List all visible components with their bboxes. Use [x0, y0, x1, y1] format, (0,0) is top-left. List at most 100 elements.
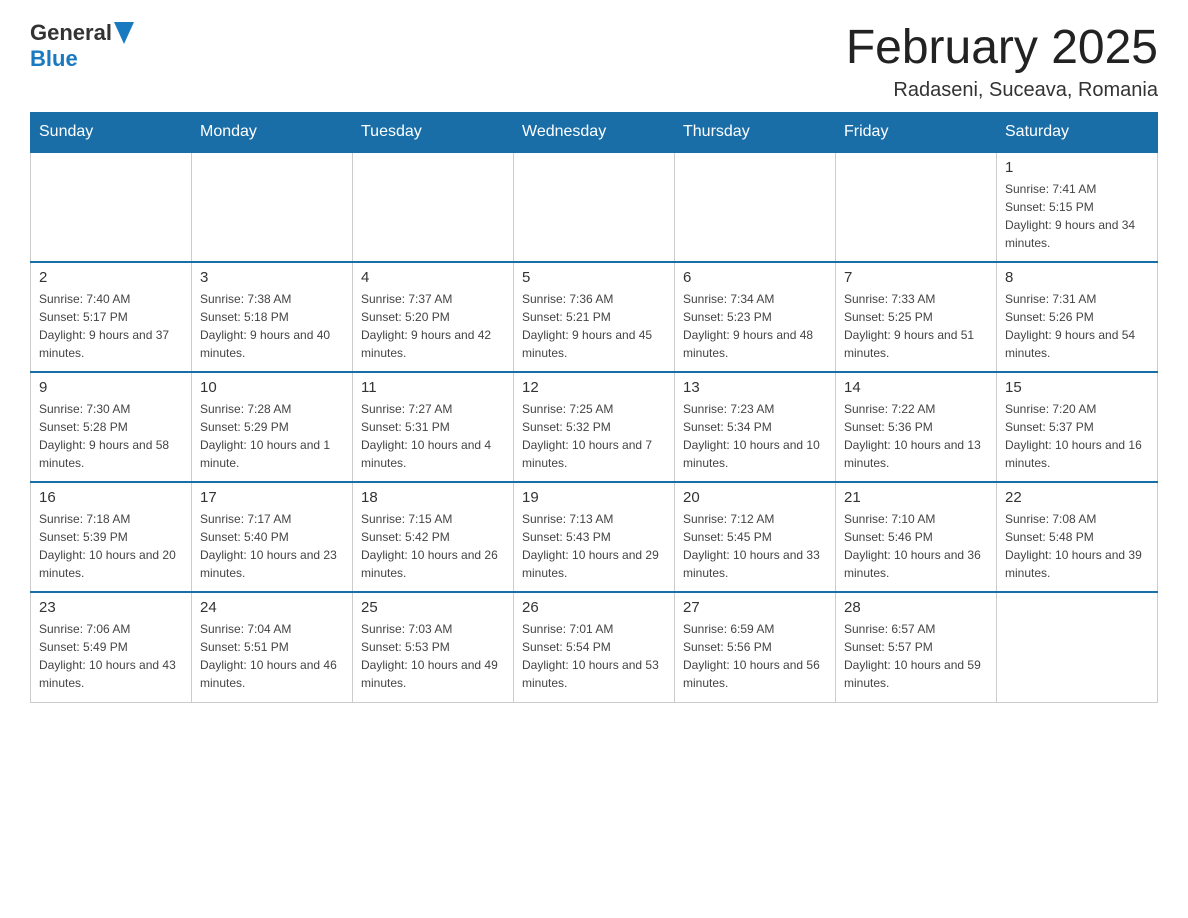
calendar-cell: 28 Sunrise: 6:57 AM Sunset: 5:57 PM Dayli… [836, 592, 997, 702]
calendar-cell: 3 Sunrise: 7:38 AM Sunset: 5:18 PM Daylig… [192, 262, 353, 372]
day-info: Sunrise: 7:41 AM Sunset: 5:15 PM Dayligh… [1005, 180, 1149, 252]
week-row-5: 23 Sunrise: 7:06 AM Sunset: 5:49 PM Dayli… [31, 592, 1158, 702]
calendar-cell: 2 Sunrise: 7:40 AM Sunset: 5:17 PM Daylig… [31, 262, 192, 372]
day-number: 23 [39, 599, 183, 616]
day-number: 6 [683, 269, 827, 286]
calendar-cell: 20 Sunrise: 7:12 AM Sunset: 5:45 PM Dayli… [675, 482, 836, 592]
calendar-cell [31, 152, 192, 262]
day-number: 2 [39, 269, 183, 286]
calendar-cell: 27Sunrise: 6:59 AM Sunset: 5:56 PM Dayli… [675, 592, 836, 702]
day-number: 13 [683, 379, 827, 396]
day-info: Sunrise: 7:15 AM Sunset: 5:42 PM Dayligh… [361, 510, 505, 582]
logo-general-text: General [30, 20, 112, 46]
day-info: Sunrise: 6:59 AM Sunset: 5:56 PM Dayligh… [683, 620, 827, 692]
day-number: 14 [844, 379, 988, 396]
calendar-cell: 18 Sunrise: 7:15 AM Sunset: 5:42 PM Dayli… [353, 482, 514, 592]
day-info: Sunrise: 6:57 AM Sunset: 5:57 PM Dayligh… [844, 620, 988, 692]
calendar-cell [997, 592, 1158, 702]
day-number: 3 [200, 269, 344, 286]
day-info: Sunrise: 7:40 AM Sunset: 5:17 PM Dayligh… [39, 290, 183, 362]
week-row-3: 9 Sunrise: 7:30 AM Sunset: 5:28 PM Daylig… [31, 372, 1158, 482]
day-number: 26 [522, 599, 666, 616]
day-info: Sunrise: 7:10 AM Sunset: 5:46 PM Dayligh… [844, 510, 988, 582]
day-number: 20 [683, 489, 827, 506]
day-number: 7 [844, 269, 988, 286]
day-info: Sunrise: 7:34 AM Sunset: 5:23 PM Dayligh… [683, 290, 827, 362]
weekday-header-thursday: Thursday [675, 113, 836, 153]
calendar-cell: 4 Sunrise: 7:37 AM Sunset: 5:20 PM Daylig… [353, 262, 514, 372]
logo-blue-text: Blue [30, 46, 78, 71]
day-number: 21 [844, 489, 988, 506]
weekday-header-monday: Monday [192, 113, 353, 153]
weekday-header-tuesday: Tuesday [353, 113, 514, 153]
calendar-cell: 8 Sunrise: 7:31 AM Sunset: 5:26 PM Daylig… [997, 262, 1158, 372]
calendar-cell: 6 Sunrise: 7:34 AM Sunset: 5:23 PM Daylig… [675, 262, 836, 372]
calendar-cell: 1 Sunrise: 7:41 AM Sunset: 5:15 PM Daylig… [997, 152, 1158, 262]
day-number: 10 [200, 379, 344, 396]
day-number: 11 [361, 379, 505, 396]
day-number: 19 [522, 489, 666, 506]
day-info: Sunrise: 7:01 AM Sunset: 5:54 PM Dayligh… [522, 620, 666, 692]
calendar-cell: 13 Sunrise: 7:23 AM Sunset: 5:34 PM Dayli… [675, 372, 836, 482]
location-subtitle: Radaseni, Suceava, Romania [846, 79, 1158, 102]
calendar-cell: 15 Sunrise: 7:20 AM Sunset: 5:37 PM Dayli… [997, 372, 1158, 482]
day-info: Sunrise: 7:37 AM Sunset: 5:20 PM Dayligh… [361, 290, 505, 362]
calendar-cell: 11 Sunrise: 7:27 AM Sunset: 5:31 PM Dayli… [353, 372, 514, 482]
calendar-cell: 12Sunrise: 7:25 AM Sunset: 5:32 PM Dayli… [514, 372, 675, 482]
day-number: 5 [522, 269, 666, 286]
calendar-cell [514, 152, 675, 262]
week-row-2: 2 Sunrise: 7:40 AM Sunset: 5:17 PM Daylig… [31, 262, 1158, 372]
day-number: 8 [1005, 269, 1149, 286]
day-number: 1 [1005, 159, 1149, 176]
calendar-cell: 9 Sunrise: 7:30 AM Sunset: 5:28 PM Daylig… [31, 372, 192, 482]
day-info: Sunrise: 7:20 AM Sunset: 5:37 PM Dayligh… [1005, 400, 1149, 472]
day-info: Sunrise: 7:28 AM Sunset: 5:29 PM Dayligh… [200, 400, 344, 472]
day-number: 16 [39, 489, 183, 506]
logo-triangle-icon [114, 22, 134, 44]
calendar-cell [353, 152, 514, 262]
calendar-cell: 26 Sunrise: 7:01 AM Sunset: 5:54 PM Dayli… [514, 592, 675, 702]
calendar-cell [836, 152, 997, 262]
day-info: Sunrise: 7:30 AM Sunset: 5:28 PM Dayligh… [39, 400, 183, 472]
day-info: Sunrise: 7:23 AM Sunset: 5:34 PM Dayligh… [683, 400, 827, 472]
weekday-header-wednesday: Wednesday [514, 113, 675, 153]
calendar-cell: 16 Sunrise: 7:18 AM Sunset: 5:39 PM Dayli… [31, 482, 192, 592]
day-number: 17 [200, 489, 344, 506]
weekday-header-friday: Friday [836, 113, 997, 153]
weekday-header-saturday: Saturday [997, 113, 1158, 153]
day-info: Sunrise: 7:12 AM Sunset: 5:45 PM Dayligh… [683, 510, 827, 582]
week-row-4: 16 Sunrise: 7:18 AM Sunset: 5:39 PM Dayli… [31, 482, 1158, 592]
calendar-cell [675, 152, 836, 262]
calendar-cell: 10 Sunrise: 7:28 AM Sunset: 5:29 PM Dayli… [192, 372, 353, 482]
day-number: 22 [1005, 489, 1149, 506]
day-info: Sunrise: 7:33 AM Sunset: 5:25 PM Dayligh… [844, 290, 988, 362]
day-info: Sunrise: 7:06 AM Sunset: 5:49 PM Dayligh… [39, 620, 183, 692]
calendar-cell: 19Sunrise: 7:13 AM Sunset: 5:43 PM Dayli… [514, 482, 675, 592]
day-number: 18 [361, 489, 505, 506]
day-number: 24 [200, 599, 344, 616]
calendar-cell: 25 Sunrise: 7:03 AM Sunset: 5:53 PM Dayli… [353, 592, 514, 702]
day-info: Sunrise: 7:08 AM Sunset: 5:48 PM Dayligh… [1005, 510, 1149, 582]
calendar-cell [192, 152, 353, 262]
month-year-title: February 2025 [846, 20, 1158, 75]
day-info: Sunrise: 7:18 AM Sunset: 5:39 PM Dayligh… [39, 510, 183, 582]
calendar-cell: 5 Sunrise: 7:36 AM Sunset: 5:21 PM Daylig… [514, 262, 675, 372]
day-number: 28 [844, 599, 988, 616]
weekday-header-row: SundayMondayTuesdayWednesdayThursdayFrid… [31, 113, 1158, 153]
title-section: February 2025 Radaseni, Suceava, Romania [846, 20, 1158, 102]
page-header: General Blue February 2025 Radaseni, Suc… [30, 20, 1158, 102]
day-info: Sunrise: 7:38 AM Sunset: 5:18 PM Dayligh… [200, 290, 344, 362]
day-info: Sunrise: 7:04 AM Sunset: 5:51 PM Dayligh… [200, 620, 344, 692]
calendar-cell: 21 Sunrise: 7:10 AM Sunset: 5:46 PM Dayli… [836, 482, 997, 592]
day-info: Sunrise: 7:31 AM Sunset: 5:26 PM Dayligh… [1005, 290, 1149, 362]
day-number: 15 [1005, 379, 1149, 396]
day-info: Sunrise: 7:17 AM Sunset: 5:40 PM Dayligh… [200, 510, 344, 582]
day-number: 4 [361, 269, 505, 286]
day-info: Sunrise: 7:27 AM Sunset: 5:31 PM Dayligh… [361, 400, 505, 472]
day-number: 25 [361, 599, 505, 616]
calendar-cell: 14Sunrise: 7:22 AM Sunset: 5:36 PM Dayli… [836, 372, 997, 482]
calendar-cell: 22 Sunrise: 7:08 AM Sunset: 5:48 PM Dayli… [997, 482, 1158, 592]
day-info: Sunrise: 7:36 AM Sunset: 5:21 PM Dayligh… [522, 290, 666, 362]
day-info: Sunrise: 7:03 AM Sunset: 5:53 PM Dayligh… [361, 620, 505, 692]
day-number: 9 [39, 379, 183, 396]
